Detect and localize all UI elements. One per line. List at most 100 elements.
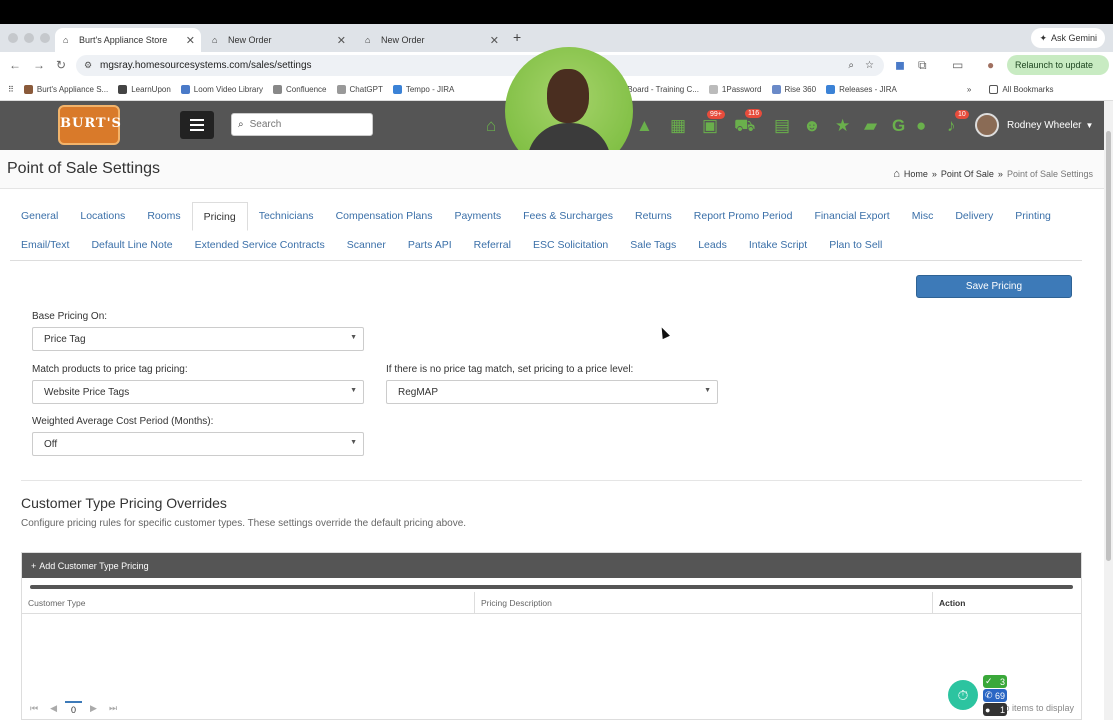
sidepanel-icon[interactable]: ▭ [952, 58, 963, 72]
ask-gemini-button[interactable]: ✦ Ask Gemini [1031, 28, 1105, 48]
tab-email-text[interactable]: Email/Text [10, 231, 80, 260]
hamburger-menu-button[interactable] [180, 111, 214, 139]
horizontal-scrollbar[interactable] [30, 585, 1073, 589]
save-pricing-button[interactable]: Save Pricing [916, 275, 1072, 298]
search-box[interactable]: ⌕ [231, 113, 373, 136]
home-icon: ⌂ [893, 168, 900, 180]
tab-sale-tags[interactable]: Sale Tags [619, 231, 687, 260]
bookmark-loom[interactable]: Loom Video Library [180, 85, 263, 94]
tab-esc-solicitation[interactable]: ESC Solicitation [522, 231, 619, 260]
grid-header: Customer Type Pricing Description Action [22, 592, 1081, 614]
tab-rooms[interactable]: Rooms [136, 202, 191, 231]
zoom-icon[interactable]: ⌕ [848, 60, 854, 71]
register-icon[interactable]: ▣ [702, 116, 718, 136]
tab-scanner[interactable]: Scanner [336, 231, 397, 260]
tab-extended-service-contracts[interactable]: Extended Service Contracts [184, 231, 336, 260]
tab-general[interactable]: General [10, 202, 69, 231]
bookmark-releases[interactable]: Releases - JIRA [826, 85, 897, 94]
prev-page-icon[interactable]: ◀ [50, 703, 57, 714]
close-icon[interactable]: ✕ [186, 34, 195, 47]
column-customer-type[interactable]: Customer Type [22, 592, 475, 613]
tab-intake-script[interactable]: Intake Script [738, 231, 818, 260]
timer-widget-icon[interactable]: ⏱ [948, 680, 978, 710]
vertical-scrollbar[interactable] [1104, 101, 1113, 720]
graduation-cap-icon[interactable]: ▲ [636, 116, 653, 136]
browser-tab-burts[interactable]: ⌂ Burt's Appliance Store ✕ [55, 28, 201, 52]
tab-pricing[interactable]: Pricing [191, 202, 248, 231]
search-icon: ⌕ [238, 119, 244, 130]
status-counters[interactable]: ✓ 3 ✆ 69 ● 1 [983, 675, 1007, 716]
chevron-double-icon[interactable]: » [967, 85, 971, 94]
back-icon[interactable]: ← [9, 58, 21, 72]
wac-period-select[interactable]: Off ▼ [32, 432, 364, 456]
close-icon[interactable]: ✕ [337, 34, 346, 47]
forward-icon[interactable]: → [33, 58, 45, 72]
url-field[interactable]: ⚙ mgsray.homesourcesystems.com/sales/set… [76, 55, 884, 76]
bookmark-tempo[interactable]: Tempo - JIRA [392, 85, 454, 94]
tab-fees-surcharges[interactable]: Fees & Surcharges [512, 202, 624, 231]
user-menu[interactable]: Rodney Wheeler ▼ [975, 113, 1093, 137]
tab-compensation-plans[interactable]: Compensation Plans [325, 202, 444, 231]
page-number[interactable]: 0 [65, 700, 83, 717]
burts-logo[interactable]: BURT'S [58, 105, 121, 145]
chat-icon[interactable]: ● [916, 116, 926, 136]
avatar [975, 113, 999, 137]
puzzle-icon[interactable]: ⧉ [918, 58, 927, 73]
tab-technicians[interactable]: Technicians [248, 202, 325, 231]
first-page-icon[interactable]: ⏮ [30, 703, 38, 714]
tab-leads[interactable]: Leads [687, 231, 738, 260]
google-icon[interactable]: G [892, 116, 905, 136]
tab-payments[interactable]: Payments [443, 202, 512, 231]
users-icon[interactable]: ☻ [803, 116, 821, 136]
tab-locations[interactable]: Locations [69, 202, 136, 231]
tab-misc[interactable]: Misc [901, 202, 945, 231]
bookmark-learnupon[interactable]: LearnUpon [118, 85, 171, 94]
window-controls[interactable] [8, 33, 50, 43]
column-pricing-description[interactable]: Pricing Description [475, 592, 933, 613]
base-pricing-select[interactable]: Price Tag ▼ [32, 327, 364, 351]
tab-delivery[interactable]: Delivery [944, 202, 1004, 231]
browser-tab-new-order-2[interactable]: ⌂ New Order ✕ [357, 28, 505, 52]
relaunch-button[interactable]: Relaunch to update [1007, 55, 1109, 75]
bookmark-burts[interactable]: Burt's Appliance S... [23, 85, 108, 94]
bookmark-rise360[interactable]: Rise 360 [771, 85, 816, 94]
calculator-icon[interactable]: ▦ [670, 116, 686, 136]
all-bookmarks[interactable]: All Bookmarks [989, 85, 1053, 94]
last-page-icon[interactable]: ⏭ [109, 703, 117, 714]
grid-pager: ⏮ ◀ 0 ▶ ⏭ No items to display [21, 697, 1082, 720]
tab-default-line-note[interactable]: Default Line Note [80, 231, 183, 260]
column-action[interactable]: Action [933, 592, 1073, 613]
tab-printing[interactable]: Printing [1004, 202, 1062, 231]
breadcrumb-section[interactable]: Point Of Sale [941, 169, 994, 179]
bookmark-confluence[interactable]: Confluence [273, 85, 327, 94]
folder-icon[interactable]: ▰ [864, 116, 877, 136]
add-customer-type-pricing-button[interactable]: + Add Customer Type Pricing [31, 561, 149, 571]
price-level-select[interactable]: RegMAP ▼ [386, 380, 718, 404]
extension-icon[interactable]: ◼ [895, 58, 905, 72]
tab-plan-to-sell[interactable]: Plan to Sell [818, 231, 893, 260]
bell-icon[interactable]: ♪ [947, 116, 956, 136]
site-info-icon[interactable]: ⚙ [84, 60, 92, 71]
cart-icon[interactable]: ⛟ [734, 116, 755, 138]
new-tab-button[interactable]: + [513, 29, 521, 45]
tab-parts-api[interactable]: Parts API [397, 231, 463, 260]
search-input[interactable] [249, 119, 360, 130]
browser-tab-new-order-1[interactable]: ⌂ New Order ✕ [204, 28, 352, 52]
close-icon[interactable]: ✕ [490, 34, 499, 47]
home-icon[interactable]: ⌂ [486, 116, 496, 136]
reload-icon[interactable]: ↻ [56, 58, 66, 72]
apps-icon[interactable]: ⠿ [8, 85, 14, 94]
tab-financial-export[interactable]: Financial Export [803, 202, 900, 231]
tab-returns[interactable]: Returns [624, 202, 683, 231]
bookmark-star-icon[interactable]: ☆ [865, 60, 874, 71]
breadcrumb-home[interactable]: Home [904, 169, 928, 179]
tab-report-promo-period[interactable]: Report Promo Period [683, 202, 804, 231]
tab-referral[interactable]: Referral [463, 231, 522, 260]
match-products-select[interactable]: Website Price Tags ▼ [32, 380, 364, 404]
star-icon[interactable]: ★ [835, 116, 850, 136]
bookmark-1password[interactable]: 1Password [708, 85, 762, 94]
bookmark-chatgpt[interactable]: ChatGPT [336, 85, 383, 94]
profile-icon[interactable]: ● [987, 58, 994, 72]
briefcase-icon[interactable]: ▤ [774, 116, 790, 136]
next-page-icon[interactable]: ▶ [90, 703, 97, 714]
